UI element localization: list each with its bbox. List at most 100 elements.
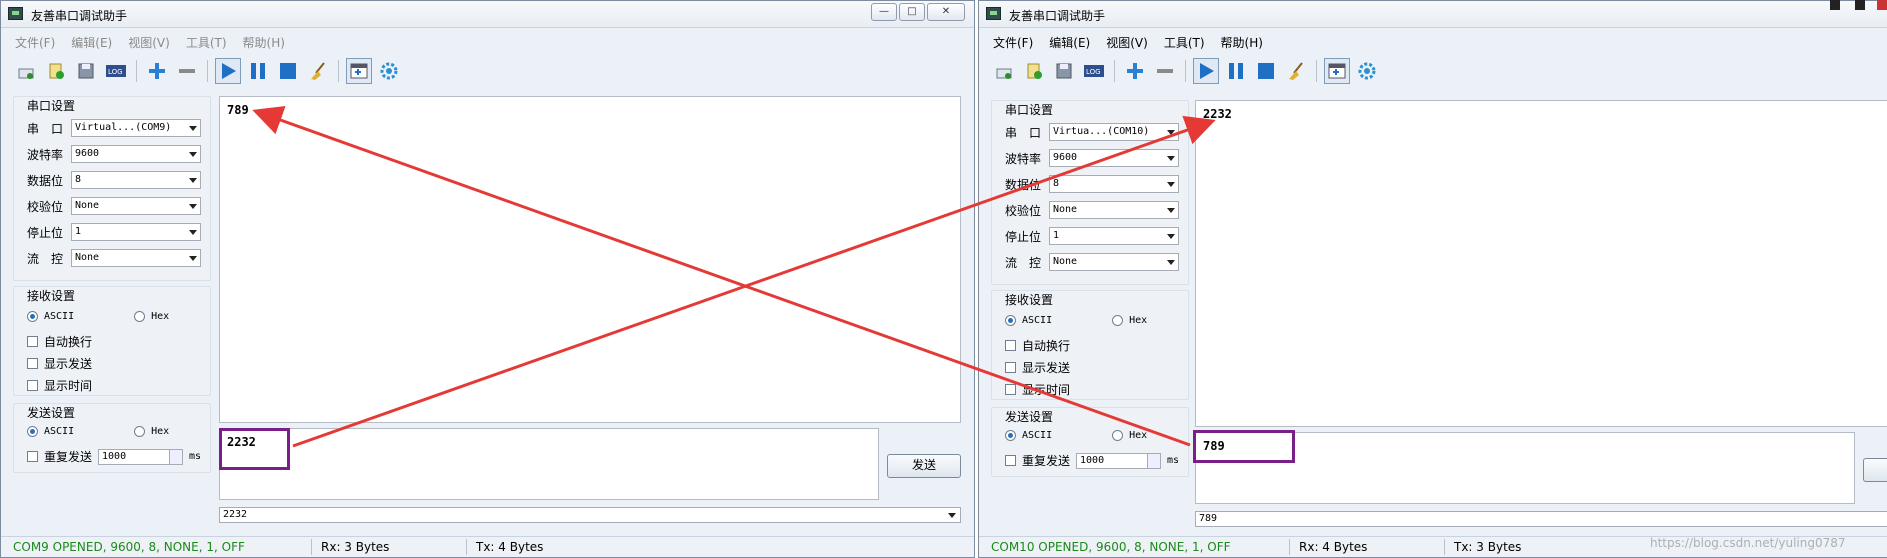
repeat-send-checkbox[interactable] [27, 451, 38, 462]
tx-hex-label: Hex [1129, 430, 1148, 441]
menu-view[interactable]: 视图(V) [1100, 33, 1154, 53]
tx-hex-radio[interactable] [134, 426, 146, 437]
show-send-checkbox[interactable] [27, 358, 38, 369]
open-icon[interactable] [43, 58, 69, 84]
open-icon[interactable] [1021, 58, 1047, 84]
parity-select[interactable]: None [1049, 201, 1179, 219]
interval-spinbox[interactable]: 1000 [1076, 452, 1162, 469]
log-icon[interactable]: LOG [103, 58, 129, 84]
port-value: Virtua...(COM10) [1053, 126, 1150, 137]
parity-value: None [1053, 204, 1078, 215]
log-icon[interactable]: LOG [1081, 58, 1107, 84]
title-bar[interactable]: 友善串口调试助手 [979, 1, 1887, 28]
stopbits-value: 1 [1053, 230, 1060, 241]
right-serial-assistant-window: 友善串口调试助手 文件(F) 编辑(E) 视图(V) 工具(T) 帮助(H) L… [978, 0, 1887, 558]
repeat-send-checkbox[interactable] [1005, 455, 1016, 466]
show-time-checkbox[interactable] [1005, 384, 1016, 395]
new-icon[interactable] [991, 58, 1017, 84]
spin-down-icon[interactable] [1147, 460, 1161, 468]
settings-gear-icon[interactable] [1354, 58, 1380, 84]
send-button[interactable]: 发送 [887, 454, 961, 478]
flow-label: 流 控 [1005, 255, 1042, 270]
stop-icon[interactable] [1253, 58, 1279, 84]
save-icon[interactable] [73, 58, 99, 84]
flow-select[interactable]: None [71, 249, 201, 267]
baud-select[interactable]: 9600 [71, 145, 201, 163]
rx-hex-label: Hex [151, 311, 170, 322]
serial-settings-group: 串口设置 串 口 Virtua...(COM10) 波特率 9600 数据位 8 校验… [991, 100, 1189, 285]
flow-select[interactable]: None [1049, 253, 1179, 271]
interval-spinbox[interactable]: 1000 [98, 448, 184, 465]
port-label: 串 口 [27, 121, 64, 136]
baud-select[interactable]: 9600 [1049, 149, 1179, 167]
chevron-down-icon [1167, 260, 1175, 265]
settings-gear-icon[interactable] [376, 58, 402, 84]
chevron-down-icon [1167, 130, 1175, 135]
status-divider [311, 539, 312, 555]
show-send-checkbox[interactable] [1005, 362, 1016, 373]
interval-unit: ms [1167, 455, 1180, 466]
remove-icon[interactable] [1152, 58, 1178, 84]
auto-wrap-checkbox[interactable] [27, 336, 38, 347]
auto-wrap-checkbox[interactable] [1005, 340, 1016, 351]
port-select[interactable]: Virtual...(COM9) [71, 119, 201, 137]
parity-label: 校验位 [1005, 203, 1042, 218]
window-layout-icon[interactable] [1324, 58, 1350, 84]
stop-icon[interactable] [275, 58, 301, 84]
tx-ascii-radio[interactable] [27, 426, 38, 437]
add-icon[interactable] [1122, 58, 1148, 84]
tx-hex-radio[interactable] [1112, 430, 1124, 441]
port-status: COM9 OPENED, 9600, 8, NONE, 1, OFF [13, 540, 245, 554]
new-icon[interactable] [13, 58, 39, 84]
rx-hex-radio[interactable] [1112, 315, 1124, 326]
title-bar[interactable]: 友善串口调试助手 — □ ✕ [1, 1, 974, 28]
close-button[interactable]: ✕ [927, 3, 965, 21]
receive-area[interactable]: 2232 [1195, 100, 1887, 427]
menu-help[interactable]: 帮助(H) [1215, 33, 1269, 53]
databits-select[interactable]: 8 [71, 171, 201, 189]
port-select[interactable]: Virtua...(COM10) [1049, 123, 1179, 141]
menu-tools[interactable]: 工具(T) [180, 33, 233, 53]
rx-ascii-radio[interactable] [27, 311, 38, 322]
show-time-checkbox[interactable] [27, 380, 38, 391]
menu-tools[interactable]: 工具(T) [1158, 33, 1211, 53]
menu-edit[interactable]: 编辑(E) [1043, 33, 1096, 53]
menu-help[interactable]: 帮助(H) [237, 33, 291, 53]
baud-label: 波特率 [1005, 151, 1042, 166]
spin-down-icon[interactable] [169, 456, 183, 464]
stopbits-select[interactable]: 1 [71, 223, 201, 241]
send-history-select[interactable]: 2232 [219, 507, 961, 523]
rx-hex-label: Hex [1129, 315, 1148, 326]
stopbits-select[interactable]: 1 [1049, 227, 1179, 245]
add-icon[interactable] [144, 58, 170, 84]
remove-icon[interactable] [174, 58, 200, 84]
maximize-button[interactable]: □ [899, 3, 925, 21]
play-icon[interactable] [1193, 58, 1219, 84]
receive-settings-group: 接收设置 ASCII Hex 自动换行 显示发送 显示时间 [991, 290, 1189, 400]
databits-select[interactable]: 8 [1049, 175, 1179, 193]
port-status: COM10 OPENED, 9600, 8, NONE, 1, OFF [991, 540, 1231, 554]
play-icon[interactable] [215, 58, 241, 84]
pause-icon[interactable] [1223, 58, 1249, 84]
rx-ascii-radio[interactable] [1005, 315, 1016, 326]
rx-hex-radio[interactable] [134, 311, 146, 322]
window-layout-icon[interactable] [346, 58, 372, 84]
receive-area[interactable]: 789 [219, 96, 961, 423]
menu-file[interactable]: 文件(F) [987, 33, 1039, 53]
send-history-select[interactable]: 789 [1195, 511, 1887, 527]
pause-icon[interactable] [245, 58, 271, 84]
chevron-down-icon [189, 230, 197, 235]
parity-select[interactable]: None [71, 197, 201, 215]
spin-up-icon[interactable] [169, 449, 183, 457]
send-button[interactable] [1863, 458, 1887, 482]
send-input[interactable]: 2232 [219, 428, 879, 500]
menu-edit[interactable]: 编辑(E) [65, 33, 118, 53]
menu-file[interactable]: 文件(F) [9, 33, 61, 53]
save-icon[interactable] [1051, 58, 1077, 84]
menu-view[interactable]: 视图(V) [122, 33, 176, 53]
minimize-button[interactable]: — [871, 3, 897, 21]
tx-ascii-radio[interactable] [1005, 430, 1016, 441]
clear-broom-icon[interactable] [1283, 58, 1309, 84]
spin-up-icon[interactable] [1147, 453, 1161, 461]
clear-broom-icon[interactable] [305, 58, 331, 84]
